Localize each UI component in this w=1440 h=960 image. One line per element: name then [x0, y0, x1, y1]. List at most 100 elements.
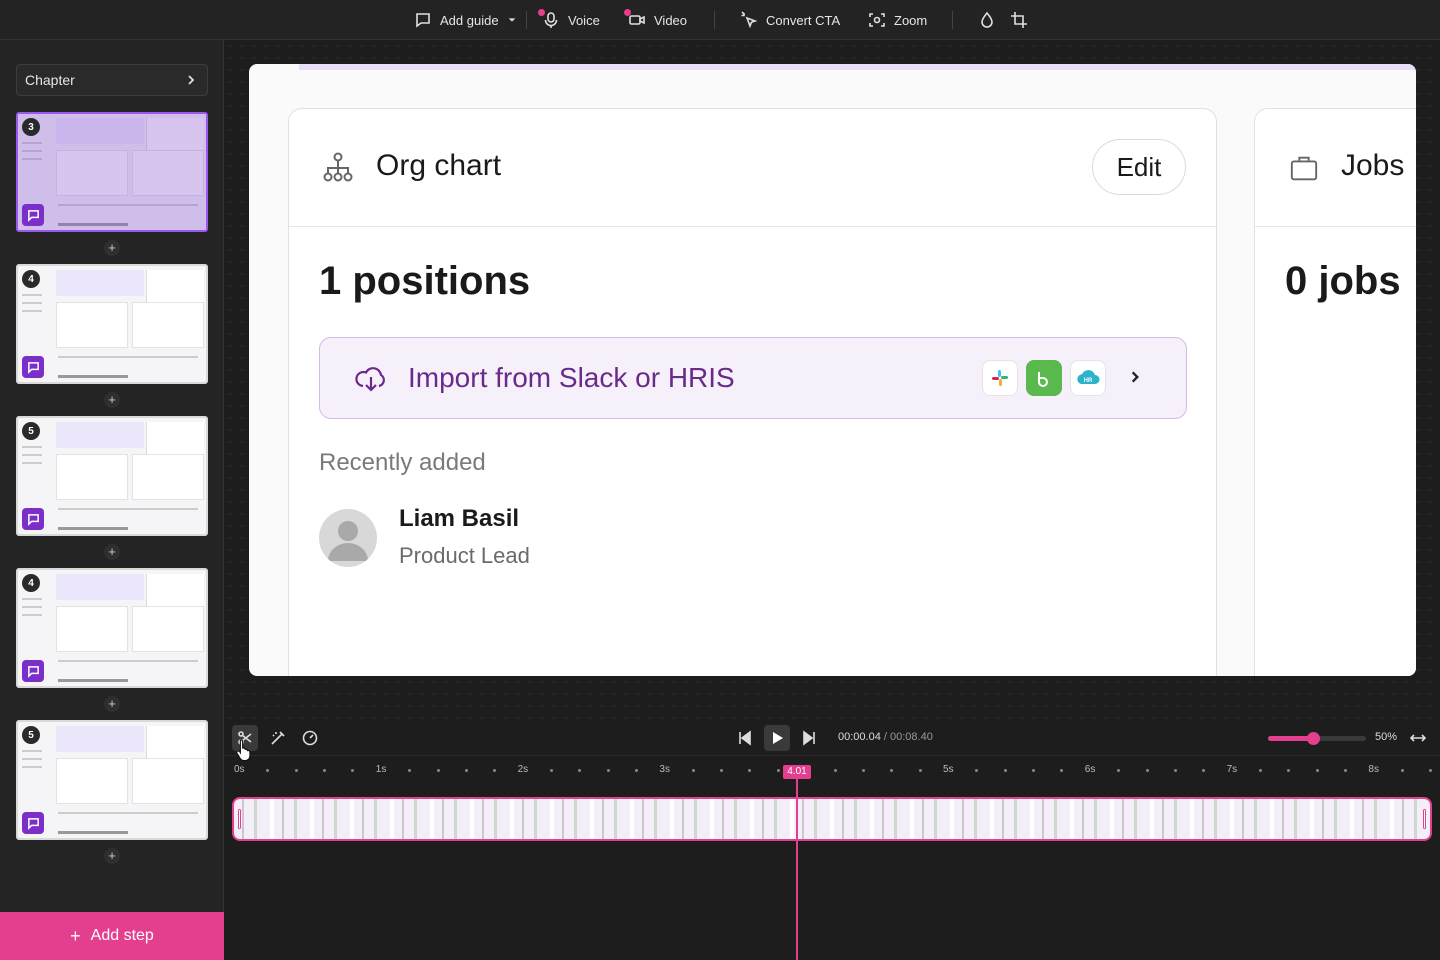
step-preview-frame[interactable]: Org chart Edit 1 positions Import from S… — [249, 64, 1416, 676]
step-chat-icon[interactable] — [22, 660, 44, 682]
step-number: 4 — [22, 574, 40, 592]
time-ruler[interactable]: 0s 1s 2s 3s 5s 6s 7s 8s — [224, 756, 1440, 786]
step-number: 4 — [22, 270, 40, 288]
jobs-card: Jobs 0 jobs — [1254, 108, 1416, 676]
zoom-slider-handle[interactable] — [1307, 732, 1321, 745]
ruler-tick-dot — [1060, 769, 1064, 772]
step-chat-icon[interactable] — [22, 508, 44, 530]
positions-count: 1 positions — [319, 259, 531, 303]
ruler-tick-label: 6s — [1084, 764, 1096, 775]
thumbnail-preview — [56, 758, 128, 804]
thumbnail-preview — [56, 118, 144, 144]
add-step-label: Add step — [90, 927, 154, 944]
jobs-count: 0 jobs — [1285, 259, 1401, 303]
add-step-button[interactable]: + Add step — [0, 912, 224, 960]
org-chart-card: Org chart Edit 1 positions Import from S… — [288, 108, 1217, 676]
import-label: Import from Slack or HRIS — [408, 362, 735, 393]
crop-button[interactable] — [1010, 0, 1028, 40]
play-icon[interactable] — [764, 725, 790, 751]
step-chat-icon[interactable] — [22, 356, 44, 378]
skip-back-icon[interactable] — [735, 728, 755, 748]
microphone-icon — [544, 12, 558, 28]
playhead-time-label[interactable]: 4.01 — [783, 765, 811, 779]
crop-icon — [1011, 12, 1027, 28]
ruler-tick-dot — [975, 769, 979, 772]
zoom-slider[interactable] — [1268, 732, 1366, 745]
voice-button[interactable]: Voice — [542, 0, 600, 40]
skip-forward-icon[interactable] — [799, 728, 819, 748]
ruler-tick-dot — [1117, 769, 1121, 772]
jobs-header: Jobs — [1255, 109, 1416, 227]
ruler-tick-dot — [578, 769, 582, 772]
thumbnail-preview — [56, 574, 144, 600]
ruler-tick-dot — [861, 769, 865, 772]
ruler-tick-label: 5s — [943, 764, 954, 775]
step-thumbnail[interactable]: 5 — [16, 720, 208, 840]
zoom-button[interactable]: Zoom — [868, 0, 927, 40]
step-thumbnail[interactable]: 5 — [16, 416, 208, 536]
current-time: 00:00.04 — [838, 731, 881, 743]
color-drop-button[interactable] — [978, 0, 996, 40]
water-drop-icon — [981, 11, 993, 28]
edit-button[interactable]: Edit — [1092, 139, 1186, 195]
import-integrations-button[interactable]: Import from Slack or HRIS HR — [319, 337, 1187, 419]
step-chat-icon[interactable] — [22, 812, 44, 834]
step-thumbnail[interactable]: 4 — [16, 568, 208, 688]
hand-cursor-icon — [236, 739, 251, 762]
thumbnail-preview — [146, 726, 204, 762]
insert-step-button[interactable]: + — [104, 392, 120, 408]
avatar — [319, 509, 377, 567]
speech-bubble-icon — [416, 13, 430, 28]
add-guide-button[interactable]: Add guide — [414, 0, 517, 40]
step-chat-icon[interactable] — [22, 204, 44, 226]
ruler-tick-dot — [1003, 769, 1007, 772]
caret-down-icon — [508, 18, 515, 22]
ruler-tick-dot — [1429, 769, 1433, 772]
insert-step-button[interactable]: + — [104, 544, 120, 560]
insert-step-button[interactable]: + — [104, 240, 120, 256]
magic-wand-icon[interactable] — [268, 728, 288, 748]
zoom-percent: 50% — [1375, 731, 1398, 743]
ruler-tick-dot — [408, 769, 412, 772]
ruler-tick-dot — [720, 769, 724, 772]
toolbar-divider — [714, 11, 715, 29]
video-button[interactable]: Video — [628, 0, 687, 40]
thumbnail-preview — [22, 750, 48, 810]
insert-step-button[interactable]: + — [104, 848, 120, 864]
editor-canvas: Org chart Edit 1 positions Import from S… — [224, 40, 1440, 720]
fit-width-icon[interactable] — [1408, 728, 1428, 748]
ruler-tick-dot — [1287, 769, 1291, 772]
thumbnail-preview — [58, 204, 198, 206]
insert-step-button[interactable]: + — [104, 696, 120, 712]
slack-logo-icon — [982, 360, 1018, 396]
ruler-tick-dot — [549, 769, 553, 772]
chevron-right-icon — [1131, 371, 1139, 383]
playhead[interactable] — [796, 778, 798, 960]
thumbnail-preview — [58, 831, 128, 834]
chapter-selector[interactable]: Chapter — [16, 64, 208, 96]
svg-text:HR: HR — [1084, 378, 1093, 384]
clip-trim-handle-left[interactable] — [238, 809, 241, 829]
org-chart-icon — [323, 152, 353, 182]
ruler-tick-dot — [1258, 769, 1262, 772]
convert-cta-button[interactable]: Convert CTA — [740, 0, 840, 40]
thumbnail-preview — [56, 606, 128, 652]
ruler-tick-label: 0s — [234, 764, 245, 775]
ruler-tick-dot — [294, 769, 298, 772]
thumbnail-preview — [132, 758, 204, 804]
clip-trim-handle-right[interactable] — [1423, 809, 1426, 829]
plus-icon: + — [70, 925, 81, 946]
jobs-title: Jobs — [1341, 149, 1405, 182]
thumbnail-preview — [58, 223, 128, 226]
thumbnail-preview — [56, 454, 128, 500]
step-number: 5 — [22, 726, 40, 744]
speed-gauge-icon[interactable] — [300, 728, 320, 748]
chevron-right-icon — [188, 75, 195, 85]
ruler-tick-dot — [1032, 769, 1036, 772]
step-thumbnail[interactable]: 3 — [16, 112, 208, 232]
video-clip-track[interactable] — [232, 797, 1432, 841]
step-thumbnail[interactable]: 4 — [16, 264, 208, 384]
cursor-click-icon — [741, 11, 758, 29]
ruler-tick-dot — [1400, 769, 1404, 772]
ruler-tick-dot — [606, 769, 610, 772]
